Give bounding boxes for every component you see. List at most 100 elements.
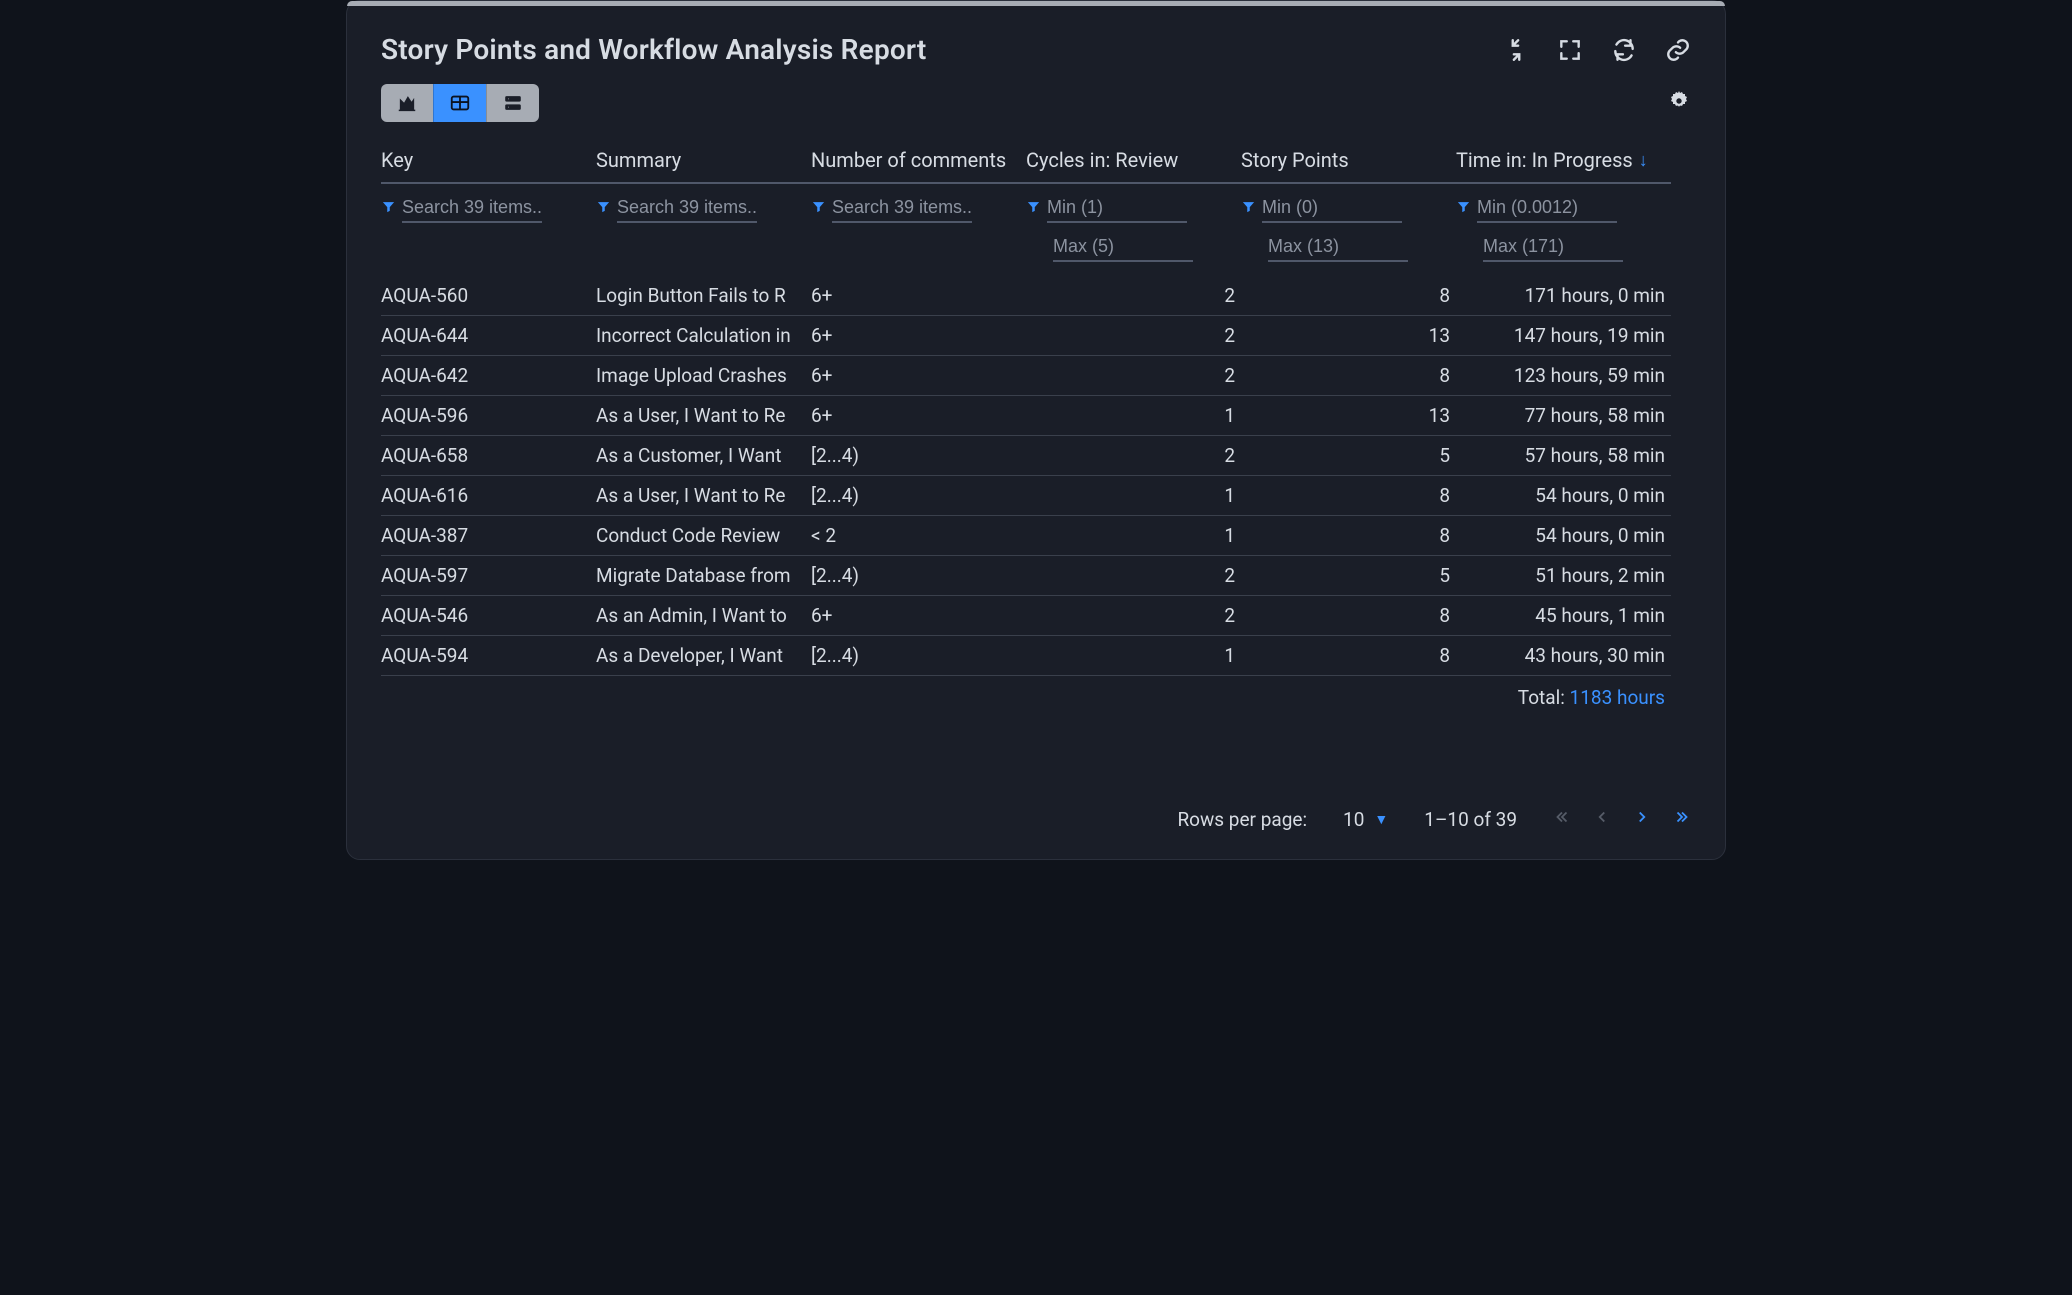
collapse-icon[interactable] — [1503, 37, 1529, 67]
filter-cell-story_points — [1241, 184, 1456, 276]
filter-input-comments[interactable] — [832, 194, 972, 223]
cell-key[interactable]: AQUA-387 — [381, 516, 596, 556]
cell-summary: As a Developer, I Want — [596, 636, 811, 676]
filter-input-summary[interactable] — [617, 194, 757, 223]
column-header-summary[interactable]: Summary — [596, 142, 811, 184]
cell-time_in_progress: 43 hours, 30 min — [1456, 636, 1671, 676]
sort-desc-icon: ↓ — [1639, 150, 1648, 171]
filter-cell-key — [381, 184, 596, 276]
cell-comments: [2...4) — [811, 476, 1026, 516]
column-header-time_in_progress[interactable]: Time in: In Progress↓ — [1456, 142, 1671, 184]
cell-comments: [2...4) — [811, 556, 1026, 596]
rows-per-page-select[interactable]: 10 ▼ — [1343, 808, 1388, 831]
cell-story_points: 8 — [1241, 636, 1456, 676]
cell-time_in_progress: 54 hours, 0 min — [1456, 516, 1671, 556]
page-range: 1–10 of 39 — [1424, 808, 1517, 831]
page-title: Story Points and Workflow Analysis Repor… — [381, 33, 927, 66]
settings-icon[interactable] — [1667, 89, 1691, 117]
cell-time_in_progress: 77 hours, 58 min — [1456, 396, 1671, 436]
cell-time_in_progress: 45 hours, 1 min — [1456, 596, 1671, 636]
cell-comments: 6+ — [811, 396, 1026, 436]
filter-max-cycles_review[interactable] — [1053, 233, 1193, 262]
cell-summary: Incorrect Calculation in — [596, 316, 811, 356]
first-page-button[interactable] — [1553, 808, 1571, 831]
cell-summary: As a Customer, I Want — [596, 436, 811, 476]
prev-page-button[interactable] — [1593, 808, 1611, 831]
filter-icon[interactable] — [811, 199, 826, 218]
filter-min-story_points[interactable] — [1262, 194, 1402, 223]
cell-time_in_progress: 57 hours, 58 min — [1456, 436, 1671, 476]
column-header-cycles_review[interactable]: Cycles in: Review — [1026, 142, 1241, 184]
column-header-story_points[interactable]: Story Points — [1241, 142, 1456, 184]
column-header-comments[interactable]: Number of comments — [811, 142, 1026, 184]
title-actions — [1503, 37, 1691, 67]
table-view-button[interactable] — [433, 84, 486, 122]
filter-input-key[interactable] — [402, 194, 542, 223]
cell-key[interactable]: AQUA-546 — [381, 596, 596, 636]
cell-key[interactable]: AQUA-596 — [381, 396, 596, 436]
cell-cycles_review: 2 — [1026, 436, 1241, 476]
cell-story_points: 8 — [1241, 356, 1456, 396]
cell-comments: 6+ — [811, 276, 1026, 316]
cell-story_points: 5 — [1241, 436, 1456, 476]
link-icon[interactable] — [1665, 37, 1691, 67]
rows-per-page-label: Rows per page: — [1177, 808, 1307, 831]
cell-story_points: 8 — [1241, 596, 1456, 636]
filter-icon[interactable] — [596, 199, 611, 218]
cell-time_in_progress: 51 hours, 2 min — [1456, 556, 1671, 596]
filter-cell-comments — [811, 184, 1026, 276]
cell-summary: Migrate Database from — [596, 556, 811, 596]
last-page-button[interactable] — [1673, 808, 1691, 831]
report-panel: Story Points and Workflow Analysis Repor… — [346, 0, 1726, 860]
refresh-icon[interactable] — [1611, 37, 1637, 67]
view-mode-toggle — [381, 84, 539, 122]
dropdown-caret-icon: ▼ — [1374, 811, 1388, 828]
fullscreen-icon[interactable] — [1557, 37, 1583, 67]
cell-time_in_progress: 54 hours, 0 min — [1456, 476, 1671, 516]
cell-time_in_progress: 123 hours, 59 min — [1456, 356, 1671, 396]
total-label: Total: — [1518, 686, 1570, 709]
filter-min-time_in_progress[interactable] — [1477, 194, 1617, 223]
cell-key[interactable]: AQUA-597 — [381, 556, 596, 596]
cell-cycles_review: 2 — [1026, 316, 1241, 356]
chart-view-button[interactable] — [381, 84, 433, 122]
cell-story_points: 13 — [1241, 396, 1456, 436]
cell-cycles_review: 1 — [1026, 476, 1241, 516]
filter-icon[interactable] — [1026, 199, 1041, 218]
cell-comments: 6+ — [811, 596, 1026, 636]
cell-key[interactable]: AQUA-658 — [381, 436, 596, 476]
data-grid: KeySummaryNumber of commentsCycles in: R… — [381, 142, 1691, 709]
filter-cell-time_in_progress — [1456, 184, 1671, 276]
filter-max-time_in_progress[interactable] — [1483, 233, 1623, 262]
cell-key[interactable]: AQUA-642 — [381, 356, 596, 396]
cell-time_in_progress: 171 hours, 0 min — [1456, 276, 1671, 316]
cell-key[interactable]: AQUA-594 — [381, 636, 596, 676]
cell-comments: [2...4) — [811, 636, 1026, 676]
cell-comments: 6+ — [811, 356, 1026, 396]
filter-cell-summary — [596, 184, 811, 276]
cell-cycles_review: 2 — [1026, 356, 1241, 396]
next-page-button[interactable] — [1633, 808, 1651, 831]
cell-cycles_review: 2 — [1026, 596, 1241, 636]
cell-comments: < 2 — [811, 516, 1026, 556]
cell-summary: As a User, I Want to Re — [596, 476, 811, 516]
list-view-button[interactable] — [486, 84, 539, 122]
column-header-key[interactable]: Key — [381, 142, 596, 184]
total-row: Total: 1183 hours — [1456, 676, 1671, 709]
cell-key[interactable]: AQUA-560 — [381, 276, 596, 316]
filter-max-story_points[interactable] — [1268, 233, 1408, 262]
filter-icon[interactable] — [381, 199, 396, 218]
cell-key[interactable]: AQUA-616 — [381, 476, 596, 516]
cell-story_points: 8 — [1241, 476, 1456, 516]
cell-time_in_progress: 147 hours, 19 min — [1456, 316, 1671, 356]
cell-comments: [2...4) — [811, 436, 1026, 476]
filter-icon[interactable] — [1241, 199, 1256, 218]
filter-cell-cycles_review — [1026, 184, 1241, 276]
total-value[interactable]: 1183 hours — [1570, 686, 1665, 709]
cell-key[interactable]: AQUA-644 — [381, 316, 596, 356]
filter-icon[interactable] — [1456, 199, 1471, 218]
cell-cycles_review: 1 — [1026, 396, 1241, 436]
cell-story_points: 13 — [1241, 316, 1456, 356]
filter-min-cycles_review[interactable] — [1047, 194, 1187, 223]
pagination: Rows per page: 10 ▼ 1–10 of 39 — [1177, 808, 1691, 831]
